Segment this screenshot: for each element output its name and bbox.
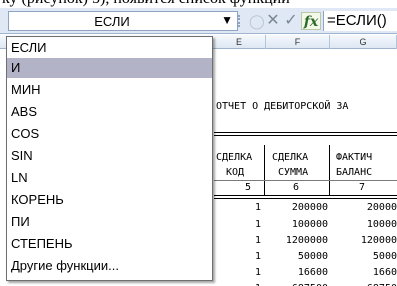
formula-value: =ЕСЛИ() xyxy=(327,12,387,29)
function-item-more[interactable]: Другие функции... xyxy=(7,256,212,276)
cell-f[interactable]: 1200000 xyxy=(286,235,328,246)
header-separator xyxy=(264,145,265,195)
cell-f[interactable]: 100000 xyxy=(292,219,328,230)
col-number-border-2 xyxy=(214,198,397,199)
function-item-sqrt[interactable]: КОРЕНЬ xyxy=(7,190,212,210)
formula-input[interactable]: =ЕСЛИ() xyxy=(323,11,397,31)
function-item-pi[interactable]: ПИ xyxy=(7,212,212,232)
cropped-caption-text: ку (рисунок) 5), появится список функций xyxy=(2,0,290,8)
cell-g[interactable]: 20000 xyxy=(367,202,397,213)
header-e-line1: СДЕЛКА xyxy=(216,152,253,163)
cell-f[interactable]: 16600 xyxy=(298,267,328,278)
col-number-f: 6 xyxy=(293,182,300,193)
cell-e[interactable]: 1 xyxy=(255,267,261,278)
cell-e[interactable]: 1 xyxy=(255,219,261,230)
function-item-cos[interactable]: COS xyxy=(7,124,212,144)
header-g-line2: БАЛАНС xyxy=(336,167,373,178)
cell-f[interactable]: 200000 xyxy=(292,202,328,213)
cell-g[interactable]: 10000 xyxy=(367,219,397,230)
col-number-g: 7 xyxy=(359,182,366,193)
table-border-top xyxy=(214,132,397,133)
header-e-line2: КОД xyxy=(226,167,245,178)
header-f-line1: СДЕЛКА xyxy=(272,152,309,163)
header-g-line1: ФАКТИЧ xyxy=(336,152,373,163)
header-f-line2: СУММА xyxy=(278,167,309,178)
cell-f[interactable]: 50000 xyxy=(298,251,328,262)
function-item-sin[interactable]: SIN xyxy=(7,146,212,166)
header-bottom-border xyxy=(214,180,397,181)
header-separator xyxy=(329,145,330,195)
cropped-caption-strip: ку (рисунок) 5), появится список функций xyxy=(0,0,397,8)
col-number-border xyxy=(214,195,397,196)
insert-function-button[interactable]: fx xyxy=(301,12,321,30)
cell-e[interactable]: 1 xyxy=(255,235,261,246)
cell-g[interactable]: 5000 xyxy=(373,251,397,262)
cell-g[interactable]: 120000 xyxy=(361,235,397,246)
cell-e[interactable]: 1 xyxy=(255,202,261,213)
function-item-power[interactable]: СТЕПЕНЬ xyxy=(7,234,212,254)
function-item-abs[interactable]: ABS xyxy=(7,102,212,122)
column-header-e[interactable]: E xyxy=(213,35,266,49)
col-number-e: 5 xyxy=(245,182,252,193)
table-border-top-2 xyxy=(214,135,397,136)
function-dropdown-list[interactable]: ЕСЛИ И МИН ABS COS SIN LN КОРЕНЬ ПИ СТЕП… xyxy=(6,36,213,281)
circle-icon: ◯ xyxy=(249,13,265,29)
function-item-and[interactable]: И xyxy=(7,58,212,78)
column-header-g[interactable]: G xyxy=(330,35,397,49)
formula-bar: ЕСЛИ ▼ ◯ ✕ ✓ fx =ЕСЛИ() xyxy=(0,8,397,34)
function-item-ln[interactable]: LN xyxy=(7,168,212,188)
function-item-if[interactable]: ЕСЛИ xyxy=(7,38,212,58)
report-title: ОТЧЕТ О ДЕБИТОРСКОЙ ЗА xyxy=(216,101,349,112)
name-box-value: ЕСЛИ xyxy=(94,14,130,29)
cell-e[interactable]: 1 xyxy=(255,251,261,262)
enter-icon[interactable]: ✓ xyxy=(283,12,299,30)
chevron-down-icon[interactable]: ▼ xyxy=(221,13,233,27)
cell-g[interactable]: 1660 xyxy=(373,267,397,278)
column-header-f[interactable]: F xyxy=(266,35,330,49)
name-box[interactable]: ЕСЛИ ▼ xyxy=(8,11,238,31)
splitter-handle[interactable] xyxy=(238,15,242,27)
cancel-icon[interactable]: ✕ xyxy=(265,12,281,30)
function-item-min[interactable]: МИН xyxy=(7,80,212,100)
